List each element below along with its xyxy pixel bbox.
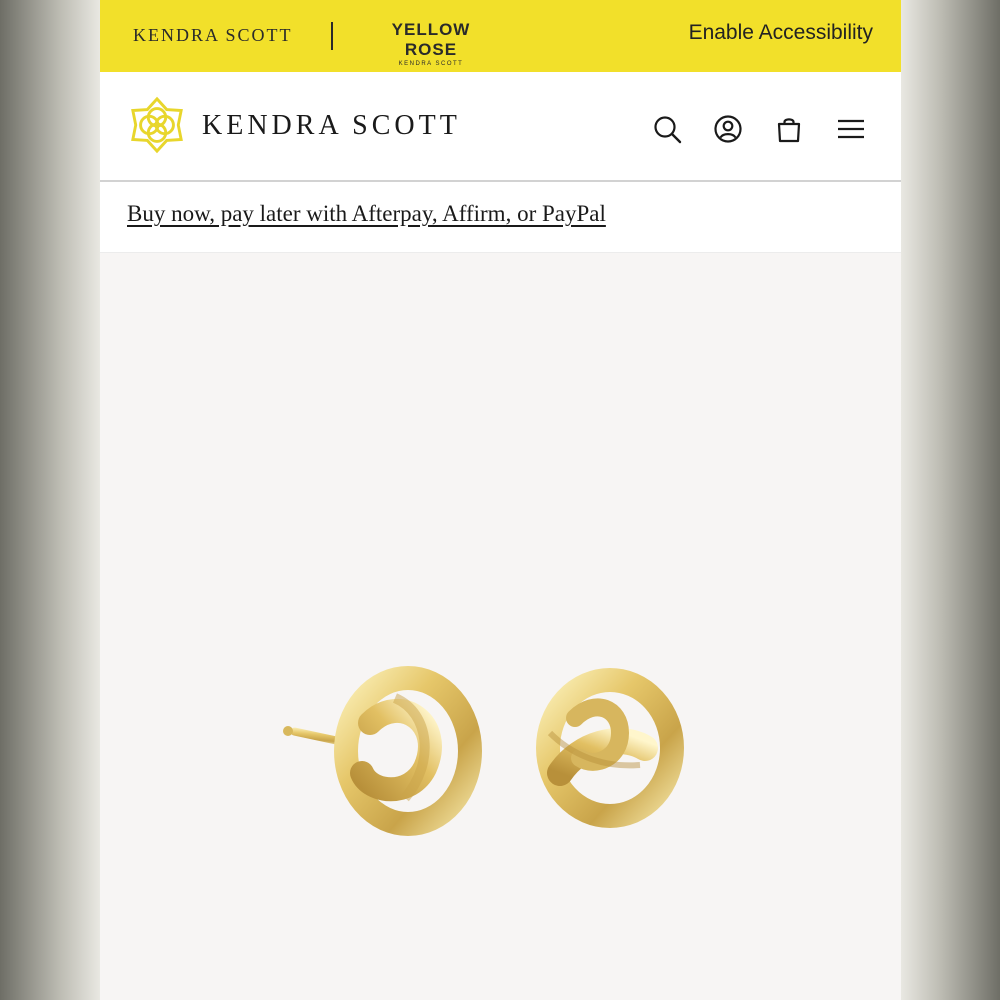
left-earring <box>283 666 482 836</box>
bag-icon[interactable] <box>774 114 804 144</box>
product-image[interactable] <box>100 253 901 1000</box>
brand-divider <box>331 22 333 50</box>
menu-icon[interactable] <box>836 114 866 144</box>
search-icon[interactable] <box>652 114 682 144</box>
kendra-scott-logo-icon[interactable] <box>128 96 186 154</box>
yellow-rose-link[interactable]: YELLOW ROSE KENDRA SCOTT <box>366 20 496 68</box>
brand-link[interactable]: KENDRA SCOTT <box>133 25 293 46</box>
payment-promo-banner: Buy now, pay later with Afterpay, Affirm… <box>100 182 901 253</box>
pay-later-link[interactable]: Buy now, pay later with Afterpay, Affirm… <box>127 201 606 227</box>
logo-wordmark[interactable]: KENDRA SCOTT <box>202 110 461 142</box>
yellow-rose-label: YELLOW ROSE <box>391 20 471 59</box>
background-right <box>901 0 1000 1000</box>
account-icon[interactable] <box>713 114 743 144</box>
right-earring <box>536 668 684 828</box>
yellow-rose-caption: KENDRA SCOTT <box>398 61 464 67</box>
site-header: KENDRA SCOTT <box>100 72 901 182</box>
enable-accessibility-link[interactable]: Enable Accessibility <box>689 21 873 45</box>
mobile-page: KENDRA SCOTT YELLOW ROSE KENDRA SCOTT En… <box>100 0 901 1000</box>
top-banner: KENDRA SCOTT YELLOW ROSE KENDRA SCOTT En… <box>100 0 901 72</box>
background-left <box>0 0 100 1000</box>
